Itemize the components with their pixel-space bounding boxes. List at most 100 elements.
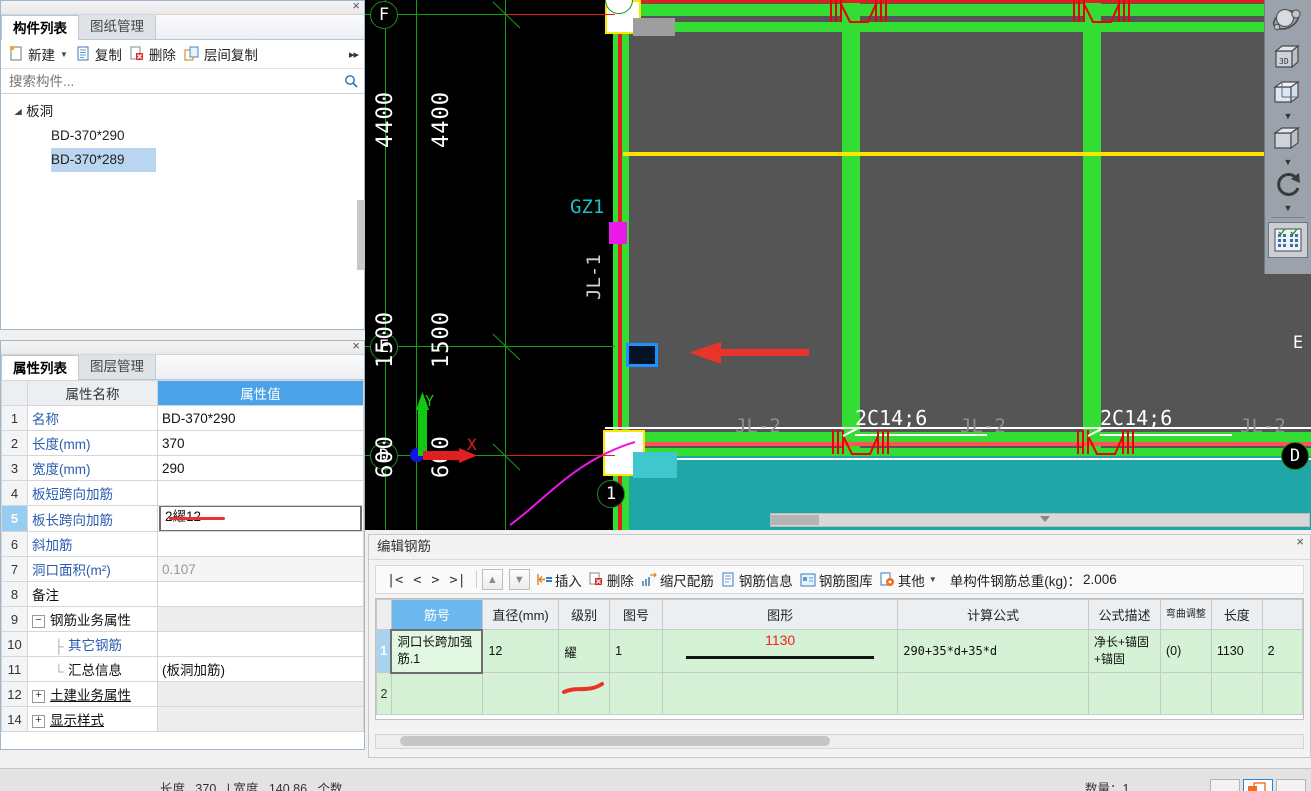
property-row[interactable]: 14 + 显示样式 bbox=[1, 706, 364, 732]
rebar-row-name[interactable] bbox=[390, 672, 483, 715]
close-icon[interactable]: × bbox=[352, 0, 360, 13]
rebar-col-formula-desc[interactable]: 公式描述 bbox=[1087, 599, 1161, 630]
chevron-down-icon-3[interactable]: ▼ bbox=[1284, 204, 1293, 214]
property-row-value[interactable]: 290 bbox=[157, 455, 364, 481]
rebar-row-grade[interactable]: 䌦 bbox=[558, 629, 611, 673]
nav-first-button[interactable]: |< bbox=[382, 572, 408, 588]
cad-drawing-canvas[interactable]: F E D D E 1 4400 4400 1500 1500 600 600 … bbox=[365, 0, 1311, 530]
property-row-value[interactable]: 370 bbox=[157, 430, 364, 456]
chevron-down-icon-2[interactable]: ▼ bbox=[1284, 158, 1293, 168]
tree-group-bandong[interactable]: ◢ 板洞 bbox=[1, 100, 364, 124]
close-icon-property[interactable]: × bbox=[352, 339, 360, 353]
rebar-row-name[interactable]: 洞口长跨加强筋.1 bbox=[390, 628, 484, 674]
rebar-col-diameter[interactable]: 直径(mm) bbox=[481, 599, 560, 630]
toolbar-overflow-button[interactable]: ▸▸ bbox=[349, 48, 359, 61]
tree-item-bd-370-290[interactable]: BD-370*290 bbox=[1, 124, 364, 148]
component-panel-tabs[interactable]: 构件列表 图纸管理 bbox=[1, 15, 364, 40]
property-row-value[interactable]: (板洞加筋) bbox=[157, 656, 364, 682]
rebar-table-wrapper[interactable]: 筋号 直径(mm) 级别 图号 图形 计算公式 公式描述 弯曲调整 长度 1 洞口… bbox=[375, 598, 1304, 720]
selected-opening-rect[interactable] bbox=[626, 343, 658, 367]
layer-copy-button[interactable]: 层间复制 bbox=[182, 44, 264, 64]
nav-next-button[interactable]: > bbox=[426, 572, 444, 588]
checklist-icon[interactable] bbox=[1268, 222, 1308, 258]
property-row-value[interactable] bbox=[157, 631, 364, 657]
property-row[interactable]: 2 长度(mm) 370 bbox=[1, 430, 364, 456]
insert-button[interactable]: 插入 bbox=[536, 570, 589, 590]
rebar-library-button[interactable]: 钢筋图库 bbox=[800, 570, 880, 590]
chevron-down-icon-new[interactable]: ▼ bbox=[60, 50, 68, 59]
tab-property-list[interactable]: 属性列表 bbox=[1, 355, 79, 380]
rebar-row-shape-no[interactable]: 1 bbox=[609, 629, 664, 673]
rotate-view-icon[interactable] bbox=[1269, 168, 1307, 202]
rebar-col-length[interactable]: 长度 bbox=[1210, 599, 1263, 630]
axis-bubble-D-right[interactable]: D bbox=[1281, 442, 1309, 470]
tab-layer-management[interactable]: 图层管理 bbox=[79, 355, 156, 379]
expand-box-icon[interactable]: + bbox=[32, 714, 45, 728]
triangle-collapse-icon[interactable]: ◢ bbox=[14, 100, 21, 124]
solid-cube-icon[interactable] bbox=[1269, 122, 1307, 156]
rebar-row-formula-desc[interactable] bbox=[1087, 672, 1161, 715]
rebar-row-bend-adjust[interactable]: (0) bbox=[1159, 629, 1212, 673]
new-button[interactable]: 新建 ▼ bbox=[7, 44, 74, 64]
scale-rebar-button[interactable]: 缩尺配筋 bbox=[641, 570, 721, 590]
rebar-info-button[interactable]: 钢筋信息 bbox=[721, 570, 800, 590]
close-icon-rebar[interactable]: × bbox=[1296, 530, 1304, 554]
rebar-toolbar[interactable]: |< < > >| ▲ ▼ 插入 删除 缩尺配筋 钢筋信息 钢筋图库 其他 ▼ … bbox=[375, 565, 1304, 594]
tab-component-list[interactable]: 构件列表 bbox=[1, 15, 79, 40]
other-button[interactable]: 其他 ▼ bbox=[880, 570, 944, 590]
rebar-col-shapeno[interactable]: 图号 bbox=[609, 599, 664, 630]
rebar-col-formula[interactable]: 计算公式 bbox=[897, 599, 1089, 630]
rebar-row-formula[interactable] bbox=[897, 672, 1089, 715]
down-arrow-icon[interactable]: ▼ bbox=[508, 569, 530, 590]
wireframe-cube-icon[interactable] bbox=[1269, 76, 1307, 110]
rebar-row-length[interactable] bbox=[1210, 672, 1263, 715]
cad-hscrollbar[interactable] bbox=[770, 513, 1310, 527]
rebar-table-row[interactable]: 2 bbox=[376, 672, 1303, 715]
property-row-value[interactable] bbox=[157, 606, 364, 632]
search-icon[interactable] bbox=[344, 74, 358, 88]
property-row[interactable]: 10 ├ 其它钢筋 bbox=[1, 631, 364, 657]
property-row[interactable]: 4 板短跨向加筋 bbox=[1, 480, 364, 506]
rebar-delete-button[interactable]: 删除 bbox=[589, 570, 641, 590]
rebar-row-diameter[interactable]: 12 bbox=[481, 629, 560, 673]
search-input[interactable] bbox=[7, 72, 344, 90]
component-search-bar[interactable] bbox=[1, 69, 364, 94]
property-row-value[interactable] bbox=[157, 531, 364, 557]
rebar-row-length[interactable]: 1130 bbox=[1210, 629, 1263, 673]
property-row[interactable]: 7 洞口面积(m²) 0.107 bbox=[1, 556, 364, 582]
property-row-value[interactable] bbox=[157, 581, 364, 607]
axis-bubble-F[interactable]: F bbox=[370, 1, 398, 29]
property-row-value[interactable] bbox=[157, 681, 364, 707]
property-row[interactable]: 9− 钢筋业务属性 bbox=[1, 606, 364, 632]
snap-point-icon[interactable] bbox=[1210, 779, 1240, 791]
view-toolbar[interactable]: 3D ▼ ▼ ▼ bbox=[1264, 0, 1311, 274]
up-arrow-icon[interactable]: ▲ bbox=[481, 569, 503, 590]
expand-box-icon[interactable]: + bbox=[32, 689, 45, 703]
tab-drawing-management[interactable]: 图纸管理 bbox=[79, 15, 156, 39]
rebar-row-count[interactable]: 2 bbox=[1261, 629, 1303, 673]
rebar-col-name[interactable]: 筋号 bbox=[390, 599, 483, 630]
delete-button[interactable]: 删除 bbox=[128, 44, 182, 64]
tree-item-bd-370-289[interactable]: BD-370*289 bbox=[51, 148, 156, 172]
property-row-value[interactable]: BD-370*290 bbox=[157, 405, 364, 431]
property-row[interactable]: 6 斜加筋 bbox=[1, 531, 364, 557]
axis-bubble-1[interactable]: 1 bbox=[597, 480, 625, 508]
cube-3d-icon[interactable]: 3D bbox=[1269, 40, 1307, 74]
snap-angle-icon[interactable] bbox=[1276, 779, 1306, 791]
property-row-value[interactable] bbox=[157, 706, 364, 732]
orbit-icon[interactable] bbox=[1269, 4, 1307, 38]
component-toolbar[interactable]: 新建 ▼ 复制 删除 层间复制 ▸▸ bbox=[1, 40, 364, 69]
component-tree[interactable]: ◢ 板洞 BD-370*290 BD-370*289 bbox=[1, 94, 364, 172]
rebar-col-shape[interactable]: 图形 bbox=[662, 599, 899, 630]
axis-bubble-E-right[interactable]: E bbox=[1285, 330, 1311, 356]
property-row[interactable]: 12 + 土建业务属性 bbox=[1, 681, 364, 707]
rebar-row-formula-desc[interactable]: 净长+锚固+锚固 bbox=[1087, 629, 1161, 673]
rebar-col-bend-adjust[interactable]: 弯曲调整 bbox=[1159, 599, 1212, 630]
rebar-table-row[interactable]: 1 洞口长跨加强筋.1 12 䌦 1 1130 290+35*d+35*d 净长+锚固+锚固(… bbox=[376, 628, 1303, 674]
nav-prev-button[interactable]: < bbox=[408, 572, 426, 588]
chevron-down-icon-1[interactable]: ▼ bbox=[1284, 112, 1293, 122]
property-row[interactable]: 8 备注 bbox=[1, 581, 364, 607]
property-table[interactable]: 属性名称 属性值 1 名称 BD-370*290 2 长度(mm) 370 3 宽度(mm) 2… bbox=[1, 380, 364, 732]
rebar-row-formula[interactable]: 290+35*d+35*d bbox=[897, 629, 1089, 673]
rebar-row-bend-adjust[interactable] bbox=[1159, 672, 1212, 715]
